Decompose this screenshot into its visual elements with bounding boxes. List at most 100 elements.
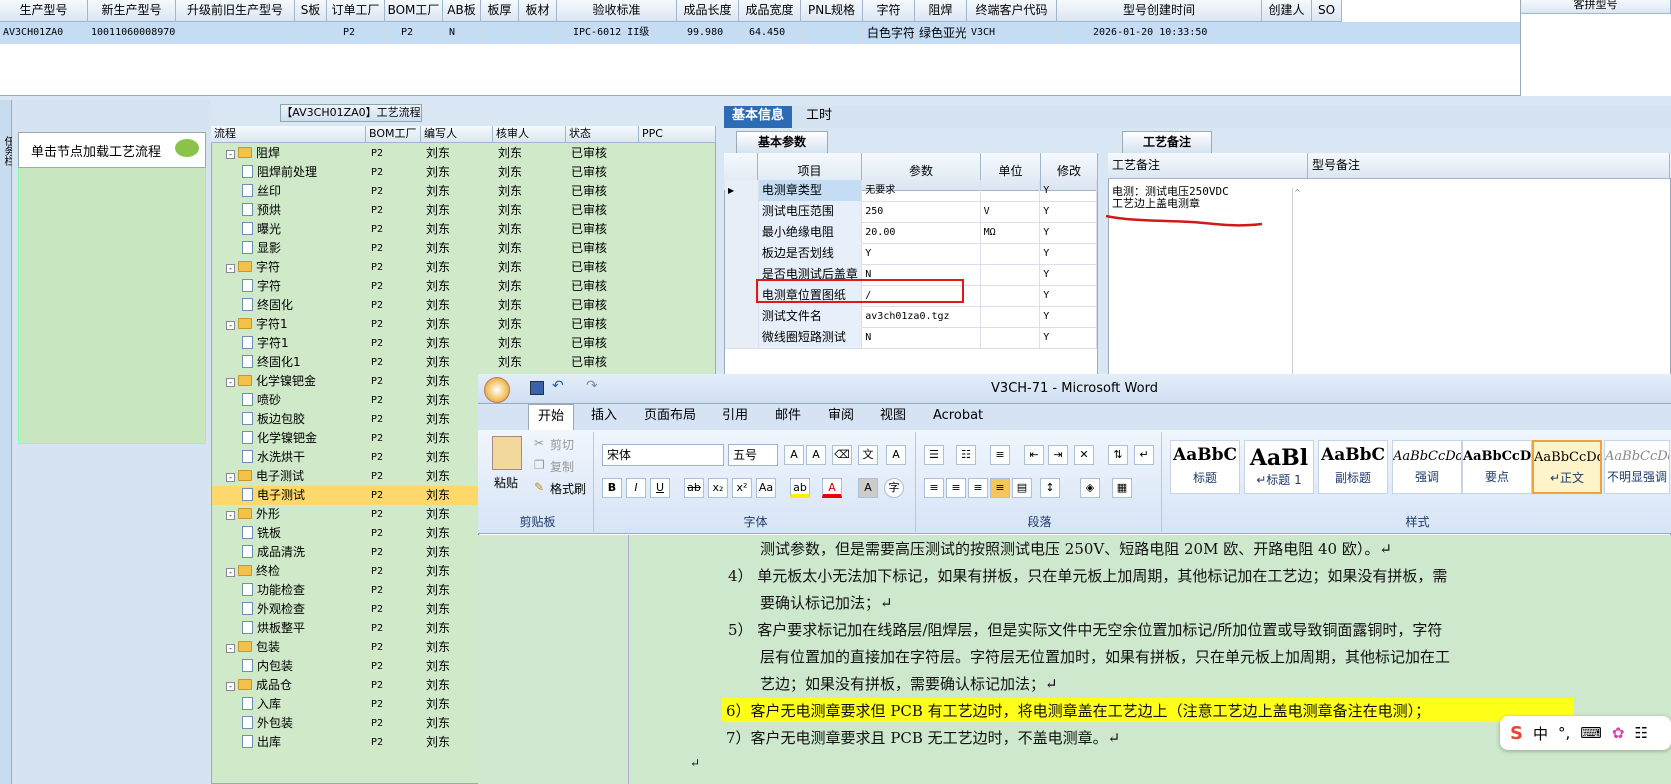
tree-node[interactable]: 字符1 xyxy=(212,334,367,353)
tree-node[interactable]: 喷砂 xyxy=(212,391,367,410)
decrease-indent-icon[interactable]: ⇤ xyxy=(1024,445,1044,465)
collapse-icon[interactable]: - xyxy=(226,378,235,387)
tab-acrobat[interactable]: Acrobat xyxy=(933,404,983,430)
tree-row[interactable]: 显影 P2 刘东 刘东 已审核 xyxy=(212,239,712,258)
tree-row[interactable]: - 字符 P2 刘东 刘东 已审核 xyxy=(212,258,712,277)
tree-node[interactable]: 功能检查 xyxy=(212,581,367,600)
line-spacing-icon[interactable]: ↕ xyxy=(1040,478,1060,498)
tree-node[interactable]: - 阻焊 xyxy=(212,144,367,163)
keyboard-icon[interactable]: ⌨ xyxy=(1580,724,1602,742)
column-header[interactable]: 订单工厂 xyxy=(327,0,385,22)
column-header[interactable]: 终端客户代码 xyxy=(967,0,1057,22)
column-header[interactable]: 成品长度 xyxy=(677,0,739,22)
borders-icon[interactable]: ▦ xyxy=(1112,478,1132,498)
tree-node[interactable]: 终固化1 xyxy=(212,353,367,372)
asian-layout-icon[interactable]: ✕ xyxy=(1074,445,1094,465)
collapse-icon[interactable]: - xyxy=(226,473,235,482)
char-border-icon[interactable]: A xyxy=(886,445,906,465)
distribute-icon[interactable]: ▤ xyxy=(1012,478,1032,498)
style-subtle-emphasis[interactable]: AaBbCcDd 不明显强调 xyxy=(1604,440,1670,494)
column-header[interactable]: 成品宽度 xyxy=(739,0,801,22)
tree-node[interactable]: - 包装 xyxy=(212,638,367,657)
column-header[interactable]: 板材 xyxy=(519,0,557,22)
column-header[interactable]: 字符 xyxy=(863,0,915,22)
tree-node[interactable]: 水洗烘干 xyxy=(212,448,367,467)
column-header[interactable]: 创建人 xyxy=(1262,0,1312,22)
ime-toolbar[interactable]: S 中 °, ⌨ ✿ ☷ xyxy=(1500,716,1671,750)
char-shading-icon[interactable]: A xyxy=(858,478,878,498)
tree-row[interactable]: 曝光 P2 刘东 刘东 已审核 xyxy=(212,220,712,239)
shading-icon[interactable]: ◈ xyxy=(1080,478,1100,498)
column-header[interactable]: AB板 xyxy=(443,0,481,22)
column-header[interactable]: BOM工厂 xyxy=(366,126,421,143)
cut-button[interactable]: 剪切 xyxy=(550,436,574,453)
phonetic-icon[interactable]: 文 xyxy=(858,445,878,465)
column-header[interactable]: 板厚 xyxy=(481,0,519,22)
column-header[interactable]: 验收标准 xyxy=(557,0,677,22)
tree-node[interactable]: 成品清洗 xyxy=(212,543,367,562)
tab-insert[interactable]: 插入 xyxy=(591,404,617,430)
column-header[interactable]: S板 xyxy=(295,0,327,22)
punctuation-icon[interactable]: °, xyxy=(1558,724,1570,742)
skin-icon[interactable]: ✿ xyxy=(1612,724,1625,742)
align-left-icon[interactable]: ≡ xyxy=(924,478,944,498)
tree-node[interactable]: - 化学镍钯金 xyxy=(212,372,367,391)
numbering-icon[interactable]: ☷ xyxy=(956,445,976,465)
paste-icon[interactable] xyxy=(492,436,522,470)
collapse-icon[interactable]: - xyxy=(226,321,235,330)
column-header[interactable]: PPC xyxy=(639,126,716,143)
column-header[interactable]: BOM工厂 xyxy=(385,0,443,22)
tree-node[interactable]: 电子测试 xyxy=(212,486,367,505)
tab-basic-params[interactable]: 基本参数 xyxy=(736,131,828,153)
justify-icon[interactable]: ≡ xyxy=(990,478,1010,498)
column-header[interactable]: 生产型号 xyxy=(0,0,88,22)
param-row[interactable]: 测试电压范围 250 V Y xyxy=(725,201,1097,223)
task-strip[interactable]: 任务栏 xyxy=(0,100,13,784)
tree-node[interactable]: 化学镍钯金 xyxy=(212,429,367,448)
tree-row[interactable]: 预烘 P2 刘东 刘东 已审核 xyxy=(212,201,712,220)
column-header[interactable]: 型号创建时间 xyxy=(1057,0,1262,22)
tab-basic-info[interactable]: 基本信息 xyxy=(724,106,793,128)
tab-view[interactable]: 视图 xyxy=(880,404,906,430)
tree-node[interactable]: - 成品仓 xyxy=(212,676,367,695)
column-header[interactable]: PNL规格 xyxy=(801,0,863,22)
tree-node[interactable]: 内包装 xyxy=(212,657,367,676)
tree-node[interactable]: 入库 xyxy=(212,695,367,714)
tree-node[interactable]: - 外形 xyxy=(212,505,367,524)
tree-node[interactable]: 终固化 xyxy=(212,296,367,315)
load-flow-header[interactable]: 单击节点加载工艺流程 xyxy=(18,132,206,168)
column-header[interactable]: 工艺备注 xyxy=(1108,153,1308,179)
tree-node[interactable]: 显影 xyxy=(212,239,367,258)
tree-node[interactable]: - 电子测试 xyxy=(212,467,367,486)
param-value-field[interactable]: 250 xyxy=(862,201,981,222)
format-painter-button[interactable]: 格式刷 xyxy=(550,480,586,497)
param-row[interactable]: 板边是否划线 Y Y xyxy=(725,243,1097,265)
menu-icon[interactable]: ☷ xyxy=(1635,724,1648,742)
sort-icon[interactable]: ⇅ xyxy=(1108,445,1128,465)
style-subtitle[interactable]: AaBbC 副标题 xyxy=(1318,440,1388,494)
scrollbar[interactable]: ^ xyxy=(1292,188,1302,383)
collapse-icon[interactable]: - xyxy=(226,682,235,691)
tree-row[interactable]: 字符1 P2 刘东 刘东 已审核 xyxy=(212,334,712,353)
tab-craft[interactable]: 工时 xyxy=(798,106,840,128)
enclose-char-icon[interactable]: 字 xyxy=(884,478,904,498)
tree-row[interactable]: 终固化1 P2 刘东 刘东 已审核 xyxy=(212,353,712,372)
collapse-icon[interactable]: - xyxy=(226,264,235,273)
tree-node[interactable]: 字符 xyxy=(212,277,367,296)
align-right-icon[interactable]: ≡ xyxy=(968,478,988,498)
tree-node[interactable]: 阻焊前处理 xyxy=(212,163,367,182)
param-value-field[interactable]: Y xyxy=(862,243,981,264)
tree-node[interactable]: - 字符 xyxy=(212,258,367,277)
font-name-select[interactable]: 宋体 xyxy=(602,444,724,466)
bold-icon[interactable]: B xyxy=(602,478,622,498)
tree-node[interactable]: 丝印 xyxy=(212,182,367,201)
highlight-icon[interactable]: ab xyxy=(790,478,810,498)
collapse-icon[interactable]: - xyxy=(226,511,235,520)
collapse-icon[interactable]: - xyxy=(226,568,235,577)
copy-button[interactable]: 复制 xyxy=(550,458,574,475)
tab-home[interactable]: 开始 xyxy=(528,404,574,430)
tab-references[interactable]: 引用 xyxy=(722,404,748,430)
style-title[interactable]: AaBbC 标题 xyxy=(1170,440,1240,494)
column-header[interactable]: 流程 xyxy=(211,126,366,143)
tree-node[interactable]: 板边包胶 xyxy=(212,410,367,429)
